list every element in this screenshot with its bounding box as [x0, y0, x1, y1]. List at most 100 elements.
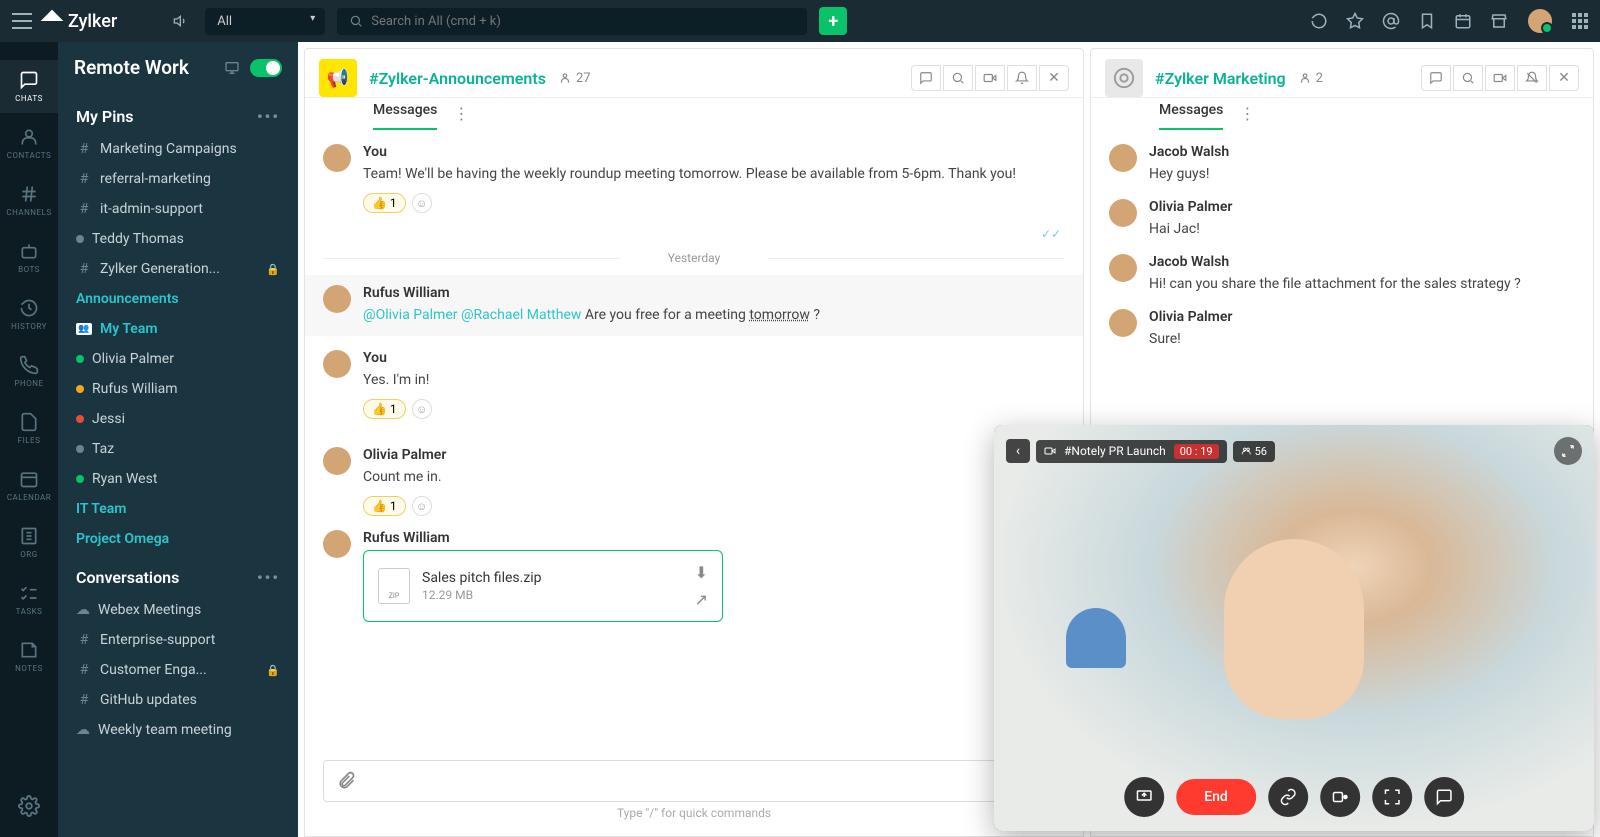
- rail-history[interactable]: HISTORY: [0, 288, 58, 341]
- pane-actions: ✕: [1421, 65, 1579, 91]
- channel-members[interactable]: 2: [1298, 71, 1323, 86]
- at-icon[interactable]: [1382, 12, 1400, 30]
- calendar-small-icon[interactable]: [1454, 12, 1472, 30]
- message-text: Count me in.: [363, 467, 1065, 488]
- channel-title[interactable]: #Zylker Marketing: [1155, 69, 1286, 88]
- availability-toggle[interactable]: [250, 59, 282, 77]
- search-bar[interactable]: [337, 8, 807, 35]
- tab-messages[interactable]: Messages: [1159, 94, 1223, 130]
- sidebar-item[interactable]: ☁Webex Meetings: [66, 595, 290, 625]
- add-button[interactable]: +: [819, 7, 847, 35]
- sidebar-item[interactable]: #Enterprise-support: [66, 625, 290, 655]
- sidebar-item[interactable]: #Customer Enga...🔒: [66, 655, 290, 685]
- reaction-chip[interactable]: 👍 1: [363, 399, 406, 419]
- sidebar-item[interactable]: #referral-marketing: [66, 164, 290, 194]
- call-back-icon[interactable]: ‹: [1006, 439, 1030, 463]
- rail-calendar[interactable]: CALENDAR: [0, 459, 58, 512]
- message-avatar: [323, 350, 351, 378]
- record-icon[interactable]: [1320, 777, 1360, 817]
- reaction-chip[interactable]: 👍 1: [363, 496, 406, 516]
- nav-rail: CHATS CONTACTS CHANNELS BOTS HISTORY PHO…: [0, 42, 58, 837]
- call-participants[interactable]: 56: [1233, 441, 1275, 462]
- end-call-button[interactable]: End: [1176, 779, 1256, 815]
- compose-box: [323, 760, 1065, 802]
- sidebar-item[interactable]: Teddy Thomas: [66, 224, 290, 254]
- search-pane-icon[interactable]: [1453, 65, 1483, 91]
- tab-messages[interactable]: Messages: [373, 94, 437, 130]
- link-icon[interactable]: [1268, 777, 1308, 817]
- rail-phone[interactable]: PHONE: [0, 345, 58, 398]
- add-reaction-icon[interactable]: ☺: [412, 399, 432, 419]
- message-avatar: [323, 285, 351, 313]
- bookmark-icon[interactable]: [1418, 12, 1436, 30]
- sidebar-item[interactable]: Ryan West: [66, 464, 290, 494]
- sidebar-item[interactable]: #GitHub updates: [66, 685, 290, 715]
- message-author: You: [363, 144, 1065, 160]
- sidebar-project-omega[interactable]: Project Omega: [66, 524, 290, 554]
- add-reaction-icon[interactable]: ☺: [412, 496, 432, 516]
- speaker-icon[interactable]: [169, 9, 193, 33]
- search-input[interactable]: [371, 14, 795, 29]
- search-filter[interactable]: All: [205, 8, 325, 35]
- rail-settings[interactable]: [18, 779, 40, 837]
- rail-notes[interactable]: NOTES: [0, 630, 58, 683]
- apps-grid-icon[interactable]: [1572, 13, 1588, 29]
- store-icon[interactable]: [1490, 12, 1508, 30]
- channel-title[interactable]: #Zylker-Announcements: [369, 69, 546, 88]
- fullscreen-icon[interactable]: [1372, 777, 1412, 817]
- sidebar-my-team[interactable]: 👥My Team: [66, 314, 290, 344]
- rail-files[interactable]: FILES: [0, 402, 58, 455]
- tab-more-icon[interactable]: ⋮: [1239, 101, 1255, 123]
- actions-dropdown[interactable]: Actions ⌄: [323, 740, 1065, 760]
- reply-icon[interactable]: [1421, 65, 1451, 91]
- sidebar-item[interactable]: Jessi: [66, 404, 290, 434]
- search-pane-icon[interactable]: [943, 65, 973, 91]
- attachment-icon[interactable]: [336, 771, 356, 791]
- refresh-icon[interactable]: [1310, 12, 1328, 30]
- sidebar-item[interactable]: Olivia Palmer: [66, 344, 290, 374]
- section-conversations[interactable]: Conversations•••: [66, 554, 290, 595]
- expand-icon[interactable]: [1554, 437, 1582, 465]
- reply-icon[interactable]: [911, 65, 941, 91]
- rail-chats[interactable]: CHATS: [0, 60, 58, 113]
- rail-tasks[interactable]: TASKS: [0, 573, 58, 626]
- monitor-icon[interactable]: [224, 60, 240, 76]
- add-reaction-icon[interactable]: ☺: [412, 193, 432, 213]
- video-icon[interactable]: [975, 65, 1005, 91]
- bell-icon[interactable]: [1007, 65, 1037, 91]
- sidebar-announcements[interactable]: Announcements: [66, 284, 290, 314]
- message: Jacob WalshHi! can you share the file at…: [1109, 254, 1575, 295]
- pane-actions: ✕: [911, 65, 1069, 91]
- bell-off-icon[interactable]: [1517, 65, 1547, 91]
- download-icon[interactable]: ⬇: [695, 563, 708, 582]
- sidebar-item[interactable]: #Marketing Campaigns: [66, 134, 290, 164]
- channel-members[interactable]: 27: [558, 71, 591, 86]
- tab-more-icon[interactable]: ⋮: [453, 101, 469, 123]
- close-icon[interactable]: ✕: [1039, 65, 1069, 91]
- rail-bots[interactable]: BOTS: [0, 231, 58, 284]
- section-pins[interactable]: My Pins•••: [66, 93, 290, 134]
- compose-input[interactable]: [366, 773, 1022, 789]
- sidebar-item[interactable]: #it-admin-support: [66, 194, 290, 224]
- sidebar-item[interactable]: ☁Weekly team meeting: [66, 715, 290, 745]
- screenshare-icon[interactable]: [1124, 777, 1164, 817]
- close-icon[interactable]: ✕: [1549, 65, 1579, 91]
- share-icon[interactable]: ↗: [695, 590, 708, 609]
- more-icon[interactable]: •••: [257, 107, 280, 126]
- channel-icon: 📢: [319, 59, 357, 97]
- reaction-chip[interactable]: 👍 1: [363, 193, 406, 213]
- rail-channels[interactable]: CHANNELS: [0, 174, 58, 227]
- sidebar-item[interactable]: #Zylker Generation...🔒: [66, 254, 290, 284]
- user-avatar[interactable]: [1526, 7, 1554, 35]
- more-icon[interactable]: •••: [257, 568, 280, 587]
- hamburger-icon[interactable]: [12, 13, 32, 29]
- file-attachment[interactable]: ZIPSales pitch files.zip12.29 MB⬇↗: [363, 550, 723, 622]
- star-icon[interactable]: [1346, 12, 1364, 30]
- sidebar-it-team[interactable]: IT Team: [66, 494, 290, 524]
- rail-org[interactable]: ORG: [0, 516, 58, 569]
- rail-contacts[interactable]: CONTACTS: [0, 117, 58, 170]
- chat-bubble-icon[interactable]: [1424, 777, 1464, 817]
- video-icon[interactable]: [1485, 65, 1515, 91]
- sidebar-item[interactable]: Rufus William: [66, 374, 290, 404]
- sidebar-item[interactable]: Taz: [66, 434, 290, 464]
